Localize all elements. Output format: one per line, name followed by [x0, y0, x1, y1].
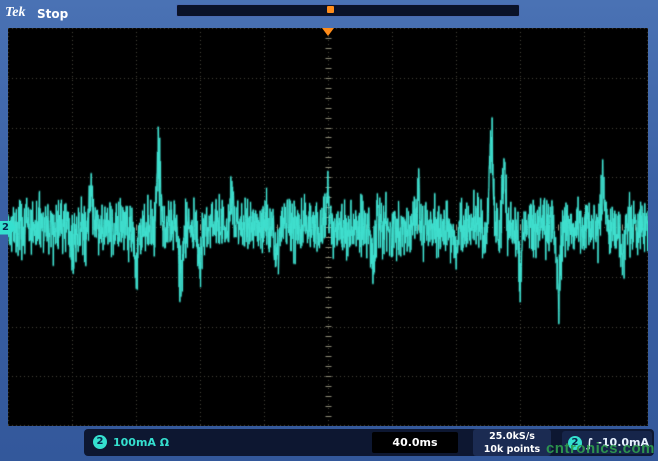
acquisition-status: Stop: [37, 7, 68, 21]
graticule-screen: 2: [8, 28, 648, 426]
channel2-readout: 2 100mA Ω: [93, 435, 169, 449]
sample-rate: 25.0kS/s: [473, 430, 551, 443]
horizontal-scale-readout: 40.0ms: [372, 432, 458, 453]
channel2-scale: 100mA Ω: [113, 436, 169, 449]
tek-logo: Tek: [5, 5, 25, 21]
trigger-position-marker: [322, 28, 334, 36]
record-position-marker: [327, 6, 334, 13]
record-position-bar: [176, 4, 520, 17]
acquisition-readout: 25.0kS/s 10k points: [473, 429, 551, 456]
watermark: cntronics.com: [546, 440, 655, 457]
oscilloscope-display: Tek Stop 2 2 100mA Ω 40.0ms 25.0kS/s 10k…: [0, 0, 658, 461]
channel2-badge: 2: [93, 435, 107, 449]
waveform-canvas: [8, 28, 648, 426]
record-length: 10k points: [473, 443, 551, 456]
